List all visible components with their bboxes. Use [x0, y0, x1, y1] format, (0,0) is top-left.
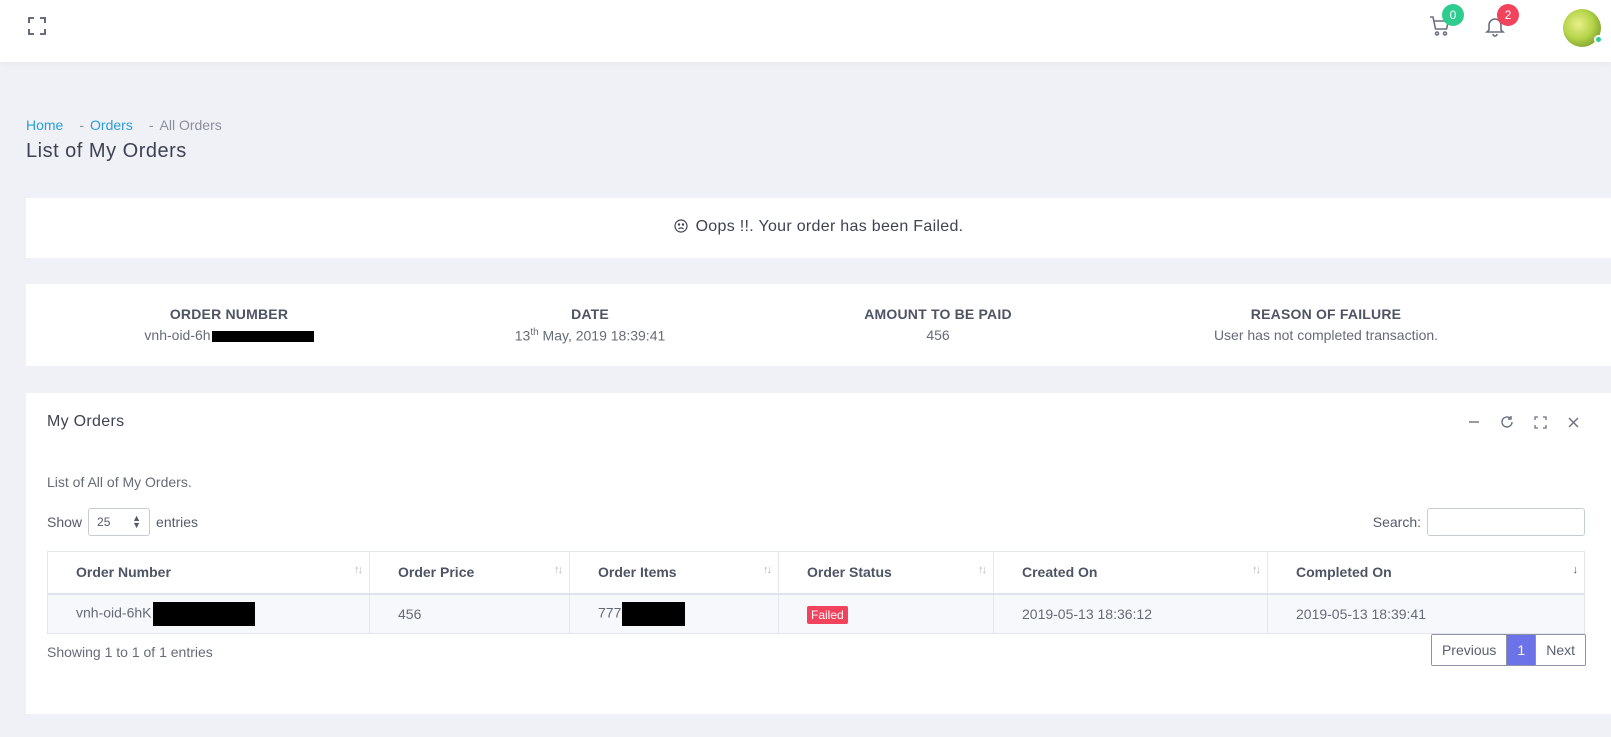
redaction-block	[622, 601, 686, 626]
date-rest: May, 2019 18:39:41	[538, 327, 666, 344]
reason-value: User has not completed transaction.	[1213, 327, 1439, 343]
cart-button[interactable]: 0	[1428, 4, 1464, 40]
search-label: Search:	[1372, 514, 1421, 530]
order-number-label: ORDER NUMBER	[169, 306, 289, 322]
order-summary-card: ORDER NUMBER vnh-oid-6h DATE 13th May, 2…	[26, 284, 1611, 366]
breadcrumb-separator: -	[148, 117, 154, 133]
sort-icon: ↑↓	[1252, 564, 1261, 576]
date-day: 13	[514, 327, 531, 344]
top-navbar: 0 2	[0, 0, 1611, 62]
cell-completed-on: 2019-05-13 18:39:41	[1267, 593, 1585, 634]
breadcrumb-separator: -	[79, 117, 85, 133]
notifications-button[interactable]: 2	[1483, 4, 1519, 40]
column-header-created-on[interactable]: Created On ↑↓	[993, 551, 1268, 595]
table-search: Search:	[1373, 508, 1585, 536]
amount-label: AMOUNT TO BE PAID	[864, 306, 1012, 322]
close-icon[interactable]	[1565, 414, 1581, 430]
refresh-icon[interactable]	[1499, 414, 1515, 430]
cell-order-status: Failed	[778, 593, 994, 634]
summary-amount: AMOUNT TO BE PAID 456	[788, 306, 1088, 343]
card-tools	[1466, 414, 1581, 430]
summary-reason: REASON OF FAILURE User has not completed…	[1176, 306, 1476, 343]
date-label: DATE	[571, 306, 609, 322]
cell-created-on: 2019-05-13 18:36:12	[993, 593, 1268, 634]
breadcrumb-home-link[interactable]: Home	[26, 117, 63, 133]
breadcrumb: Home - Orders - All Orders	[26, 117, 222, 133]
sort-icon: ↑↓	[978, 564, 987, 576]
sad-face-icon	[673, 219, 688, 238]
pagination: Previous 1 Next	[1430, 634, 1586, 666]
sort-icon: ↑↓	[354, 564, 363, 576]
date-suffix: th	[530, 327, 539, 338]
sort-icon: ↑↓	[763, 564, 772, 576]
summary-date: DATE 13th May, 2019 18:39:41	[440, 306, 740, 344]
show-entries-control: Show 25 ▲ ▼ entries	[47, 508, 198, 536]
entries-label: entries	[156, 514, 199, 530]
summary-order-number: ORDER NUMBER vnh-oid-6h	[79, 306, 379, 343]
previous-page-button[interactable]: Previous	[1431, 635, 1508, 665]
table-header-row: Order Number ↑↓ Order Price ↑↓ Order Items…	[47, 551, 1585, 595]
status-badge: Failed	[807, 605, 848, 624]
show-label: Show	[47, 514, 83, 530]
breadcrumb-orders-link[interactable]: Orders	[90, 117, 133, 133]
sort-desc-icon: ↓	[1572, 564, 1578, 576]
cell-order-items: 777	[569, 593, 779, 634]
column-header-order-number[interactable]: Order Number ↑↓	[47, 551, 370, 595]
table-info: Showing 1 to 1 of 1 entries	[47, 644, 213, 660]
select-arrows-icon: ▲ ▼	[132, 513, 142, 530]
cell-order-price: 456	[369, 593, 570, 634]
user-avatar[interactable]	[1563, 9, 1603, 47]
column-header-order-items[interactable]: Order Items ↑↓	[569, 551, 779, 595]
notification-count-badge: 2	[1497, 4, 1519, 26]
column-header-order-price[interactable]: Order Price ↑↓	[369, 551, 570, 595]
online-status-dot	[1594, 35, 1603, 44]
alert-message: Oops !!. Your order has been Failed.	[695, 218, 964, 235]
order-failed-alert: Oops !!. Your order has been Failed.	[26, 198, 1611, 258]
column-header-order-status[interactable]: Order Status ↑↓	[778, 551, 994, 595]
fullscreen-toggle-icon[interactable]	[27, 16, 47, 36]
page-1-button[interactable]: 1	[1507, 635, 1536, 665]
search-input[interactable]	[1427, 508, 1585, 536]
my-orders-card: My Orders List of All of My Orders. Show…	[26, 393, 1611, 714]
redaction-block	[152, 601, 255, 626]
orders-table: Order Number ↑↓ Order Price ↑↓ Order Items…	[47, 551, 1585, 634]
table-row[interactable]: vnh-oid-6hK 456 777 Failed 2019-05-13 18…	[47, 593, 1585, 634]
sort-icon: ↑↓	[554, 564, 563, 576]
amount-value: 456	[926, 327, 950, 343]
cell-order-number: vnh-oid-6hK	[47, 593, 370, 634]
column-header-completed-on[interactable]: Completed On ↓	[1267, 551, 1585, 595]
expand-icon[interactable]	[1532, 414, 1548, 430]
entries-select-value: 25	[97, 515, 111, 529]
cart-count-badge: 0	[1442, 4, 1464, 26]
entries-select[interactable]: 25 ▲ ▼	[88, 508, 151, 536]
minimize-icon[interactable]	[1466, 414, 1482, 430]
page-title: List of My Orders	[26, 140, 187, 162]
order-number-value: vnh-oid-6h	[144, 327, 211, 343]
breadcrumb-current: All Orders	[159, 117, 222, 133]
reason-label: REASON OF FAILURE	[1250, 306, 1402, 322]
card-description: List of All of My Orders.	[47, 474, 192, 490]
card-title: My Orders	[47, 413, 125, 430]
redaction-block	[211, 330, 314, 342]
next-page-button[interactable]: Next	[1535, 635, 1585, 665]
